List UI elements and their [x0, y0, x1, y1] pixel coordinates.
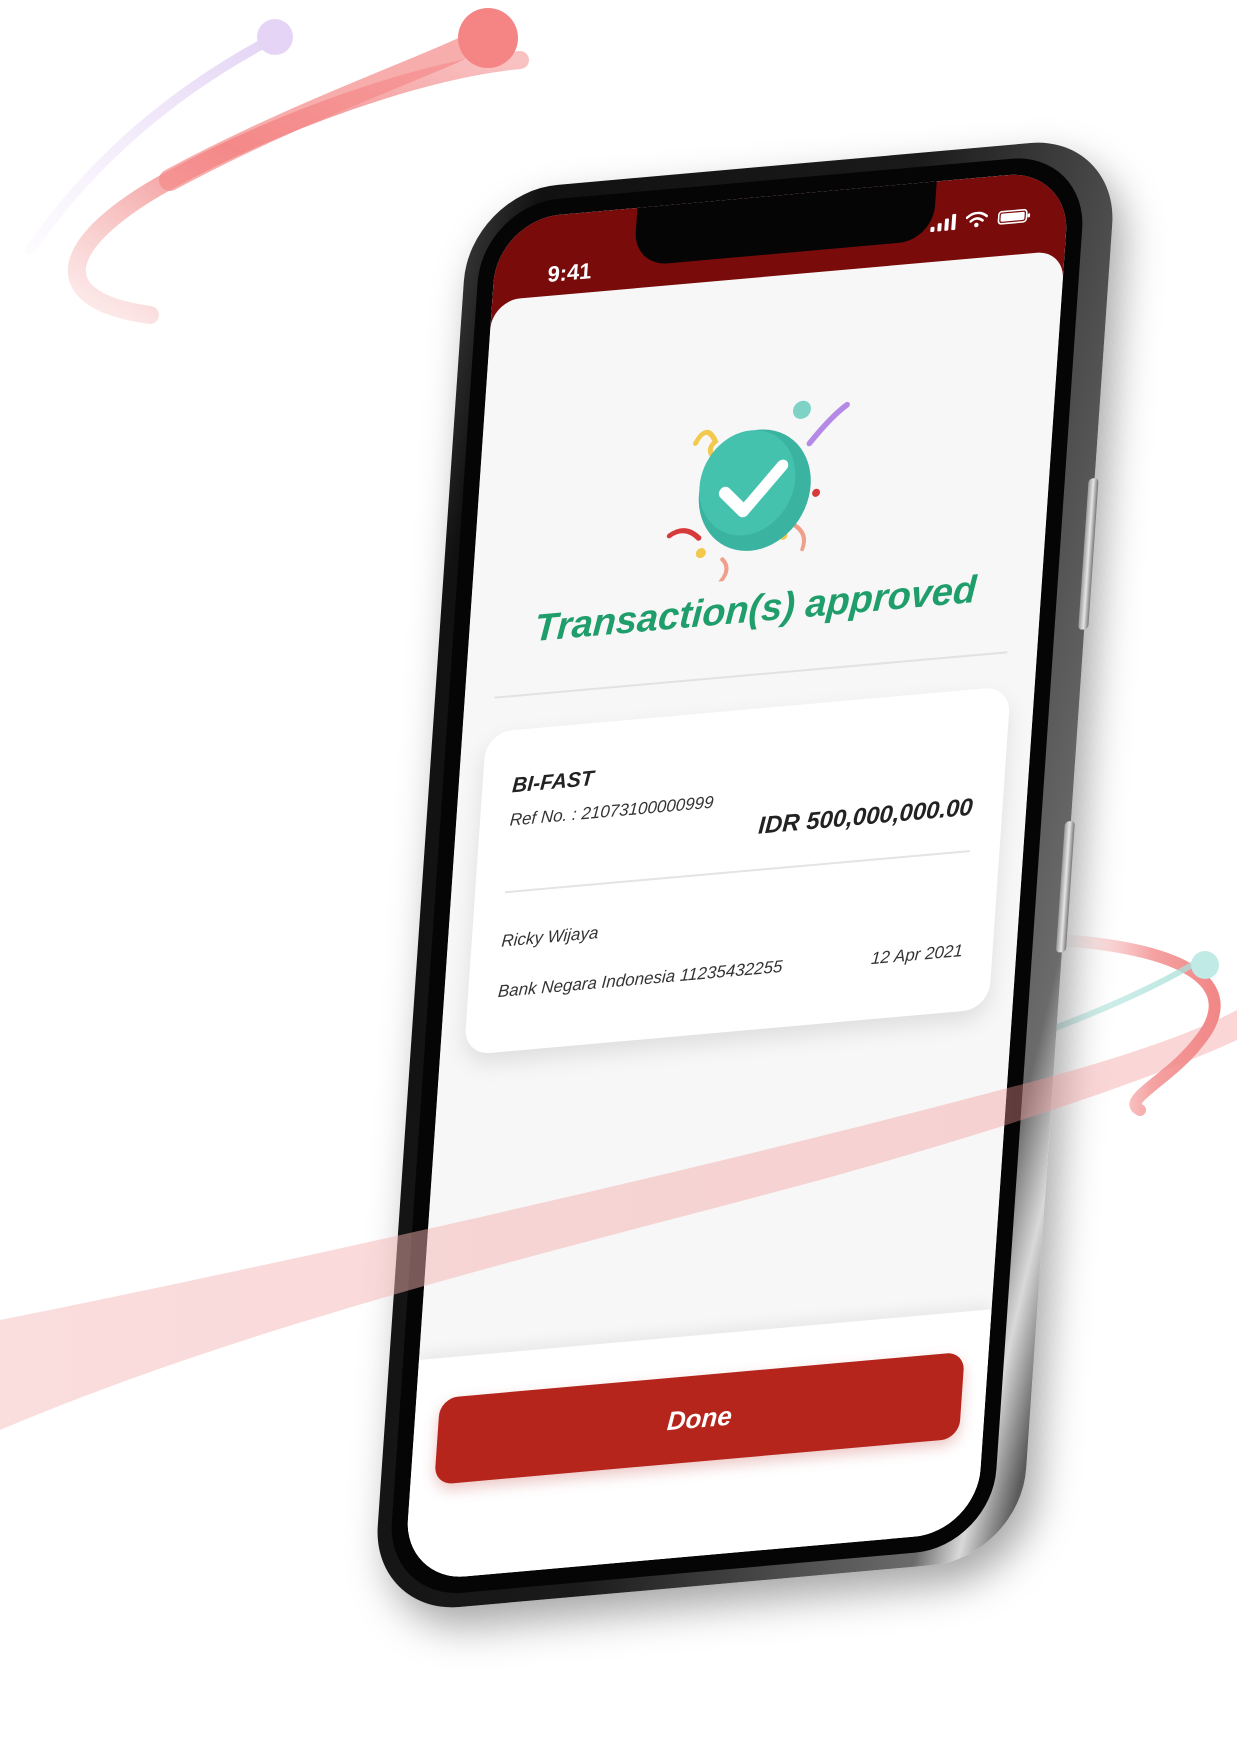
promo-stage: 9:41 Transaction(s) approved BI-FAST Ref…: [0, 0, 1237, 1748]
divider: [494, 651, 1008, 699]
transaction-amount: IDR 500,000,000.00: [757, 793, 974, 840]
battery-icon: [997, 207, 1032, 226]
phone-mockup: 9:41 Transaction(s) approved BI-FAST Ref…: [371, 135, 1119, 1615]
transaction-type: BI-FAST: [511, 767, 595, 798]
done-button[interactable]: Done: [434, 1351, 965, 1485]
recipient-name: Ricky Wijaya: [500, 922, 600, 951]
checkmark-badge-icon: [666, 400, 850, 584]
status-icons: [930, 207, 1032, 233]
transaction-card[interactable]: BI-FAST Ref No. : 21073100000999 IDR 500…: [463, 686, 1011, 1056]
transaction-date: 12 Apr 2021: [870, 940, 964, 969]
phone-screen: 9:41 Transaction(s) approved BI-FAST Ref…: [403, 169, 1071, 1582]
approval-screen: Transaction(s) approved BI-FAST Ref No. …: [403, 250, 1065, 1582]
cellular-signal-icon: [930, 213, 957, 233]
recipient-bank-account: Bank Negara Indonesia 11235432255: [497, 956, 784, 1002]
status-time: 9:41: [546, 257, 593, 288]
wifi-icon: [965, 211, 989, 229]
reference-number: Ref No. : 21073100000999: [509, 792, 715, 830]
card-divider: [504, 850, 970, 894]
